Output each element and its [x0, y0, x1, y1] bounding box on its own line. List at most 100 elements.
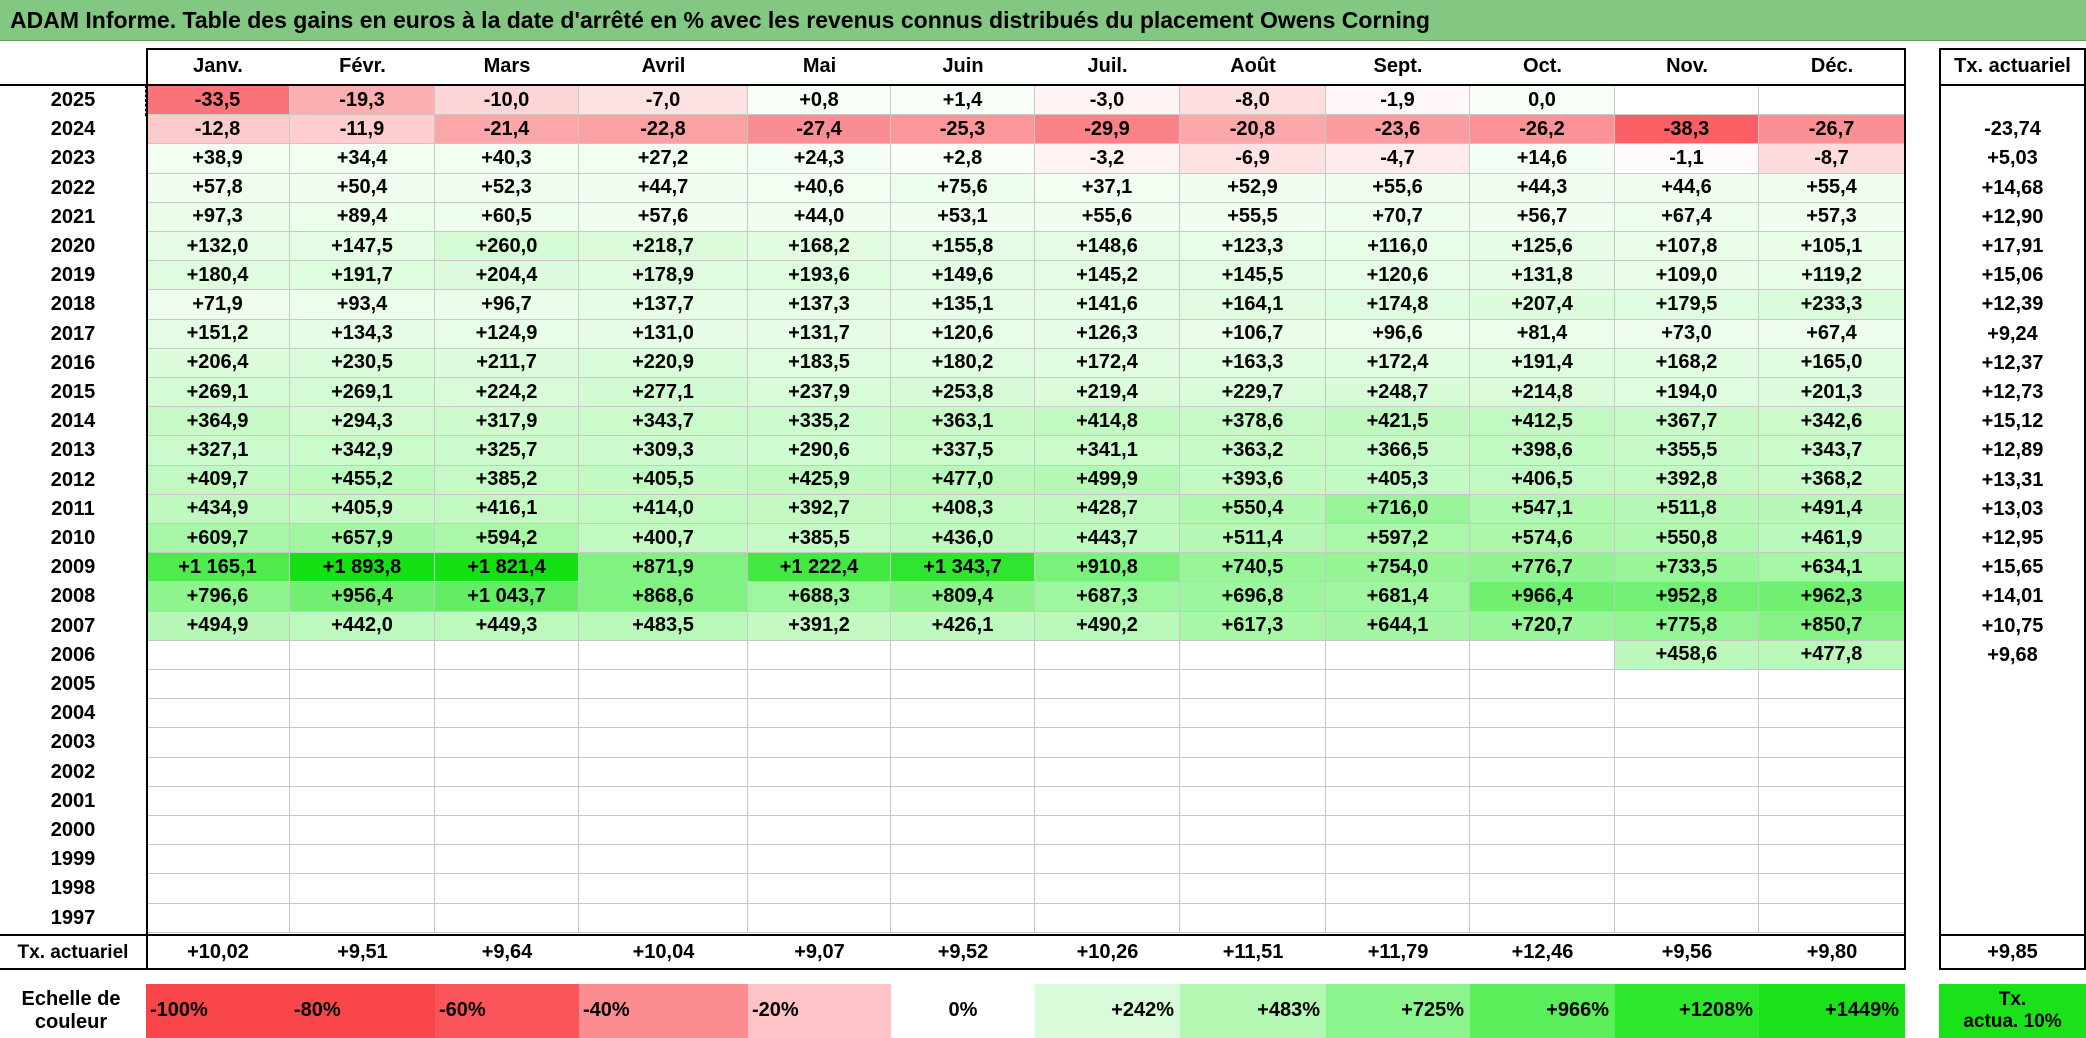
gain-cell [579, 786, 748, 816]
gain-cell [146, 699, 290, 729]
header-top-line [0, 84, 146, 86]
gain-cell: +1 821,4 [435, 553, 579, 583]
gain-cell: -3,2 [1035, 144, 1180, 174]
gain-cell [435, 640, 579, 670]
scale-label-line2: couleur [34, 1010, 108, 1033]
gain-cell: +391,2 [748, 611, 891, 641]
row-actuarial-rate [1939, 758, 2086, 787]
gain-cell [1326, 670, 1470, 700]
gain-cell [1615, 903, 1759, 933]
gain-cell: +405,5 [579, 465, 748, 495]
row-year: 2000 [50, 819, 96, 842]
gain-cell: +37,1 [1035, 173, 1180, 203]
gain-cell [146, 903, 290, 933]
color-scale-swatch: +483% [1180, 983, 1326, 1038]
row-year: 2004 [50, 702, 96, 725]
gain-cell: +754,0 [1326, 553, 1470, 583]
gain-cell [1759, 786, 1905, 816]
gain-cell: +81,4 [1470, 319, 1615, 349]
gain-cell: +681,4 [1326, 582, 1470, 612]
gain-cell: +477,8 [1759, 640, 1905, 670]
gain-cell [891, 786, 1035, 816]
scale-label: Echelle de couleur [0, 984, 142, 1038]
gain-cell: +164,1 [1180, 290, 1326, 320]
row-year: 2022 [50, 176, 96, 199]
gain-cell [1615, 816, 1759, 846]
row-actuarial-rate [1939, 874, 2086, 903]
gain-cell: +60,5 [435, 202, 579, 232]
row-actuarial-rate [1939, 728, 2086, 757]
gain-cell: -26,2 [1470, 115, 1615, 145]
gain-cell: +499,9 [1035, 465, 1180, 495]
gain-cell: +116,0 [1326, 232, 1470, 262]
gain-cell: +229,7 [1180, 378, 1326, 408]
gain-cell [1326, 816, 1470, 846]
gain-cell [1326, 845, 1470, 875]
row-year: 2010 [50, 527, 96, 550]
footer-overall-rate: +9,85 [1987, 941, 2038, 964]
footer-rate: +9,52 [937, 941, 989, 964]
gain-cell: +93,4 [290, 290, 435, 320]
month-header-10: Oct. [1470, 48, 1615, 86]
gain-cell [1470, 903, 1615, 933]
gain-cell: +644,1 [1326, 611, 1470, 641]
gain-cell [748, 845, 891, 875]
gain-cell: -29,9 [1035, 115, 1180, 145]
gain-cell: +105,1 [1759, 232, 1905, 262]
month-header-12: Déc. [1759, 48, 1905, 86]
gain-cell [1615, 874, 1759, 904]
gain-cell: +740,5 [1180, 553, 1326, 583]
gain-cell [1035, 728, 1180, 758]
gain-cell: +125,6 [1470, 232, 1615, 262]
row-year: 2005 [50, 673, 96, 696]
gain-cell [146, 728, 290, 758]
gain-cell: +134,3 [290, 319, 435, 349]
gain-cell: +617,3 [1180, 611, 1326, 641]
gain-cell: +449,3 [435, 611, 579, 641]
gain-cell: +191,7 [290, 261, 435, 291]
color-scale-swatch: -20% [748, 983, 891, 1038]
gain-cell: +511,4 [1180, 524, 1326, 554]
gain-cell [891, 670, 1035, 700]
gain-cell: +341,1 [1035, 436, 1180, 466]
gain-cell: +109,0 [1615, 261, 1759, 291]
gain-cell: +609,7 [146, 524, 290, 554]
row-year: 2024 [50, 118, 96, 141]
gain-cell: +56,7 [1470, 202, 1615, 232]
gain-cell [748, 757, 891, 787]
gain-cell: +253,8 [891, 378, 1035, 408]
gain-cell: +952,8 [1615, 582, 1759, 612]
gain-cell [891, 816, 1035, 846]
color-scale-swatch: -80% [290, 983, 435, 1038]
gain-cell [1035, 640, 1180, 670]
gain-cell: +309,3 [579, 436, 748, 466]
gain-cell: +405,9 [290, 494, 435, 524]
gain-cell [290, 757, 435, 787]
gain-cell [1615, 86, 1759, 116]
gain-cell: +44,3 [1470, 173, 1615, 203]
gain-cell [1035, 845, 1180, 875]
gain-cell [1180, 757, 1326, 787]
gain-cell: +120,6 [891, 319, 1035, 349]
gain-cell [748, 874, 891, 904]
gain-cell [1759, 874, 1905, 904]
gain-cell: +151,2 [146, 319, 290, 349]
gain-cell: +385,5 [748, 524, 891, 554]
gain-cell: +224,2 [435, 378, 579, 408]
gain-cell: +342,6 [1759, 407, 1905, 437]
gain-cell: +230,5 [290, 348, 435, 378]
gain-cell [579, 670, 748, 700]
gain-cell: +392,8 [1615, 465, 1759, 495]
gain-cell: +343,7 [579, 407, 748, 437]
gain-cell: +70,7 [1326, 202, 1470, 232]
month-header-11: Nov. [1615, 48, 1759, 86]
gain-cell [1326, 786, 1470, 816]
gain-cell: +96,7 [435, 290, 579, 320]
gain-cell: +57,6 [579, 202, 748, 232]
gain-cell: +335,2 [748, 407, 891, 437]
gain-cell [1470, 816, 1615, 846]
gain-cell: +408,3 [891, 494, 1035, 524]
gain-cell: -4,7 [1326, 144, 1470, 174]
month-header-1: Janv. [146, 48, 290, 86]
gain-cell: +145,2 [1035, 261, 1180, 291]
